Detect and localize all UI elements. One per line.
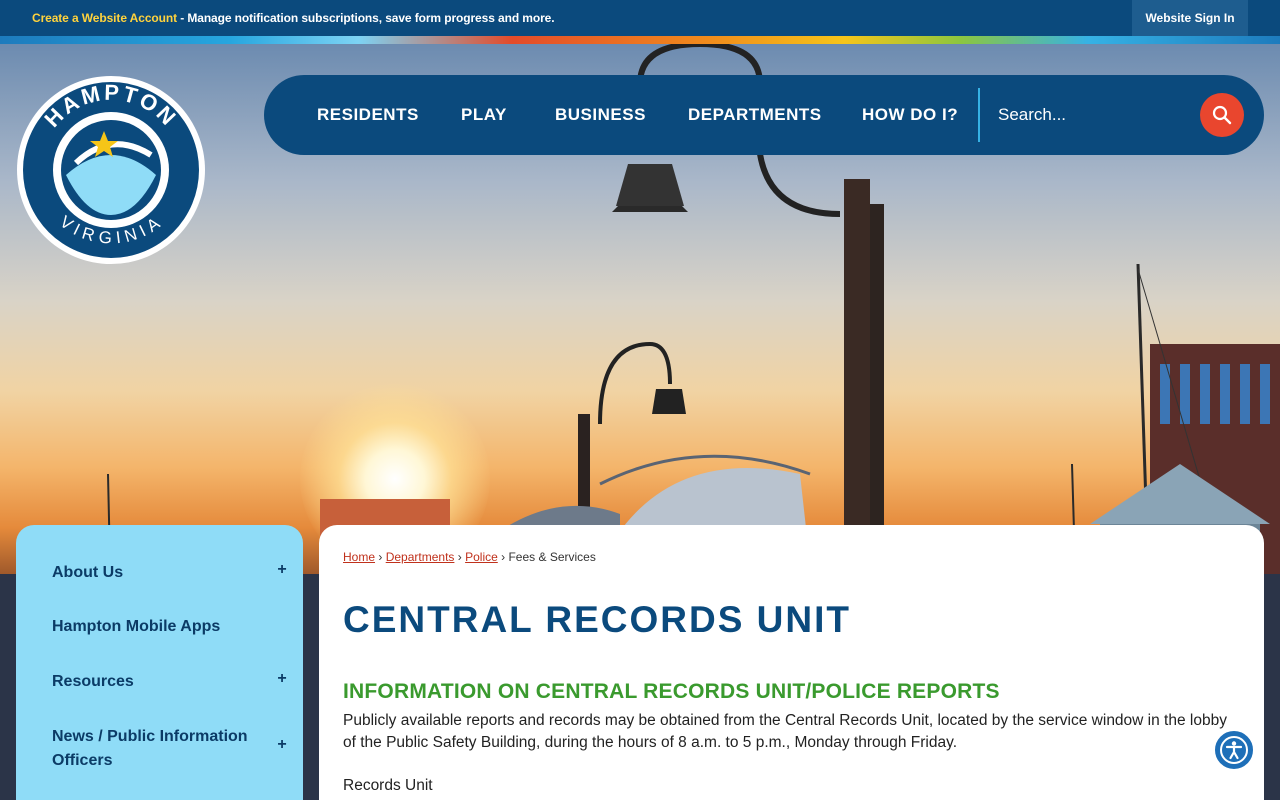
nav-how-do-i[interactable]: HOW DO I? (862, 75, 958, 155)
breadcrumb-home[interactable]: Home (343, 550, 375, 564)
notice-description: - Manage notification subscriptions, sav… (176, 11, 555, 25)
breadcrumb-separator: › (378, 550, 383, 564)
records-unit-label: Records Unit (343, 777, 433, 794)
nav-residents[interactable]: RESIDENTS (317, 75, 419, 155)
nav-play[interactable]: PLAY (461, 75, 507, 155)
main-content: Home › Departments › Police › Fees & Ser… (319, 525, 1264, 800)
intro-paragraph: Publicly available reports and records m… (343, 712, 1227, 751)
notification-text: Create a Website Account - Manage notifi… (32, 11, 555, 25)
search-input[interactable] (998, 99, 1188, 131)
nav-departments[interactable]: DEPARTMENTS (688, 75, 822, 155)
sidebar-item-about-us[interactable]: About Us (52, 561, 262, 585)
sidebar-item-news-pio[interactable]: News / Public Information Officers (52, 725, 262, 773)
section-heading: INFORMATION ON CENTRAL RECORDS UNIT/POLI… (343, 680, 1000, 703)
sidebar-item-resources[interactable]: Resources (52, 670, 262, 694)
page-title: CENTRAL RECORDS UNIT (343, 599, 851, 640)
hampton-logo[interactable]: HAMPTON VIRGINIA (16, 75, 206, 265)
accessibility-icon (1220, 736, 1248, 764)
expand-news-toggle[interactable]: + (274, 736, 290, 754)
expand-about-us-toggle[interactable]: + (274, 561, 290, 579)
breadcrumb-current: Fees & Services (508, 550, 596, 564)
breadcrumb-separator: › (457, 550, 462, 564)
main-navigation: RESIDENTS PLAY BUSINESS DEPARTMENTS HOW … (264, 75, 1264, 155)
breadcrumb: Home › Departments › Police › Fees & Ser… (343, 550, 596, 564)
accessibility-button[interactable] (1213, 729, 1255, 771)
breadcrumb-separator: › (501, 550, 506, 564)
nav-business[interactable]: BUSINESS (555, 75, 646, 155)
sidebar-item-hampton-mobile-apps[interactable]: Hampton Mobile Apps (52, 615, 262, 639)
breadcrumb-police[interactable]: Police (465, 550, 498, 564)
notification-bar: Create a Website Account - Manage notifi… (0, 0, 1280, 36)
nav-divider (978, 88, 980, 142)
search-icon (1212, 105, 1232, 125)
breadcrumb-departments[interactable]: Departments (386, 550, 455, 564)
rainbow-divider (0, 36, 1280, 44)
sidebar-menu: About Us + Hampton Mobile Apps Resources… (16, 525, 303, 800)
sign-in-button[interactable]: Website Sign In (1132, 0, 1248, 36)
expand-resources-toggle[interactable]: + (274, 670, 290, 688)
create-account-link[interactable]: Create a Website Account (32, 11, 177, 25)
search-button[interactable] (1200, 93, 1244, 137)
